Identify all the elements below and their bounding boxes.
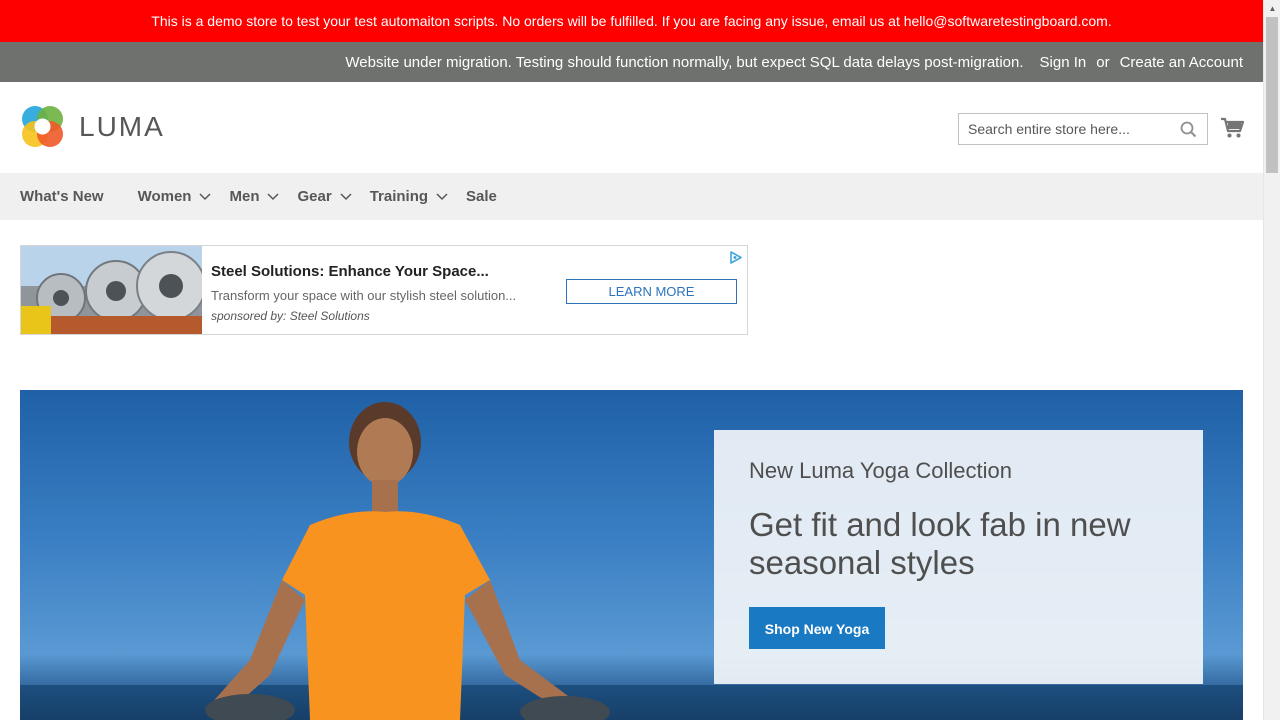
main-nav: What's New Women Men Gear Training Sale [0, 173, 1263, 220]
nav-item-whats-new[interactable]: What's New [20, 188, 104, 205]
migration-notice: Website under migration. Testing should … [345, 53, 1024, 71]
demo-notice-bar: This is a demo store to test your test a… [0, 0, 1263, 42]
ad-choices-icon[interactable] [728, 250, 743, 265]
nav-item-women[interactable]: Women [138, 188, 212, 205]
scrollbar-thumb[interactable] [1266, 17, 1278, 173]
learn-more-button[interactable]: LEARN MORE [566, 279, 737, 304]
luma-logo-icon [22, 106, 63, 147]
cart-icon[interactable] [1220, 117, 1244, 139]
chevron-down-icon [199, 192, 212, 200]
search-icon[interactable] [1180, 121, 1197, 138]
nav-item-label: Women [137, 188, 192, 205]
nav-item-men[interactable]: Men [229, 188, 280, 205]
hero-model-image [205, 402, 610, 720]
shop-new-yoga-button[interactable]: Shop New Yoga [749, 607, 885, 649]
panel-header: Website under migration. Testing should … [0, 42, 1263, 82]
hero-title: Get fit and look fab in new seasonal sty… [749, 506, 1131, 581]
page: This is a demo store to test your test a… [0, 0, 1263, 720]
sign-in-link[interactable]: Sign In [1040, 54, 1087, 71]
ad-description: Transform your space with our stylish st… [211, 288, 517, 303]
or-separator: or [1096, 53, 1110, 71]
ad-image[interactable] [21, 246, 202, 334]
search-input[interactable] [959, 114, 1169, 144]
logo-text: LUMA [79, 110, 165, 142]
create-account-link[interactable]: Create an Account [1120, 54, 1243, 71]
chevron-down-icon [340, 192, 352, 200]
nav-item-label: Gear [297, 188, 332, 205]
hero-card: New Luma Yoga Collection Get fit and loo… [714, 430, 1203, 684]
demo-notice-text: This is a demo store to test your test a… [151, 13, 1112, 29]
sponsored-ad[interactable]: Steel Solutions: Enhance Your Space... T… [20, 245, 748, 335]
nav-item-training[interactable]: Training [370, 188, 448, 205]
hero-kicker: New Luma Yoga Collection [749, 458, 1012, 483]
nav-item-label: Training [369, 188, 429, 205]
nav-item-label: What's New [20, 188, 104, 205]
logo-link[interactable]: LUMA [20, 104, 165, 149]
chevron-down-icon [267, 192, 280, 200]
ad-sponsor: sponsored by: Steel Solutions [211, 309, 370, 323]
nav-item-label: Men [229, 188, 260, 205]
hero-banner[interactable]: New Luma Yoga Collection Get fit and loo… [20, 390, 1243, 720]
ad-title[interactable]: Steel Solutions: Enhance Your Space... [211, 263, 489, 280]
nav-item-gear[interactable]: Gear [297, 188, 352, 205]
site-header: LUMA [0, 82, 1263, 173]
scroll-up-arrow-icon[interactable]: ▲ [1264, 0, 1280, 17]
page-scrollbar[interactable]: ▲ [1263, 0, 1280, 720]
nav-item-label: Sale [466, 188, 497, 205]
chevron-down-icon [436, 192, 448, 200]
search-box [958, 113, 1208, 145]
nav-item-sale[interactable]: Sale [466, 188, 497, 205]
